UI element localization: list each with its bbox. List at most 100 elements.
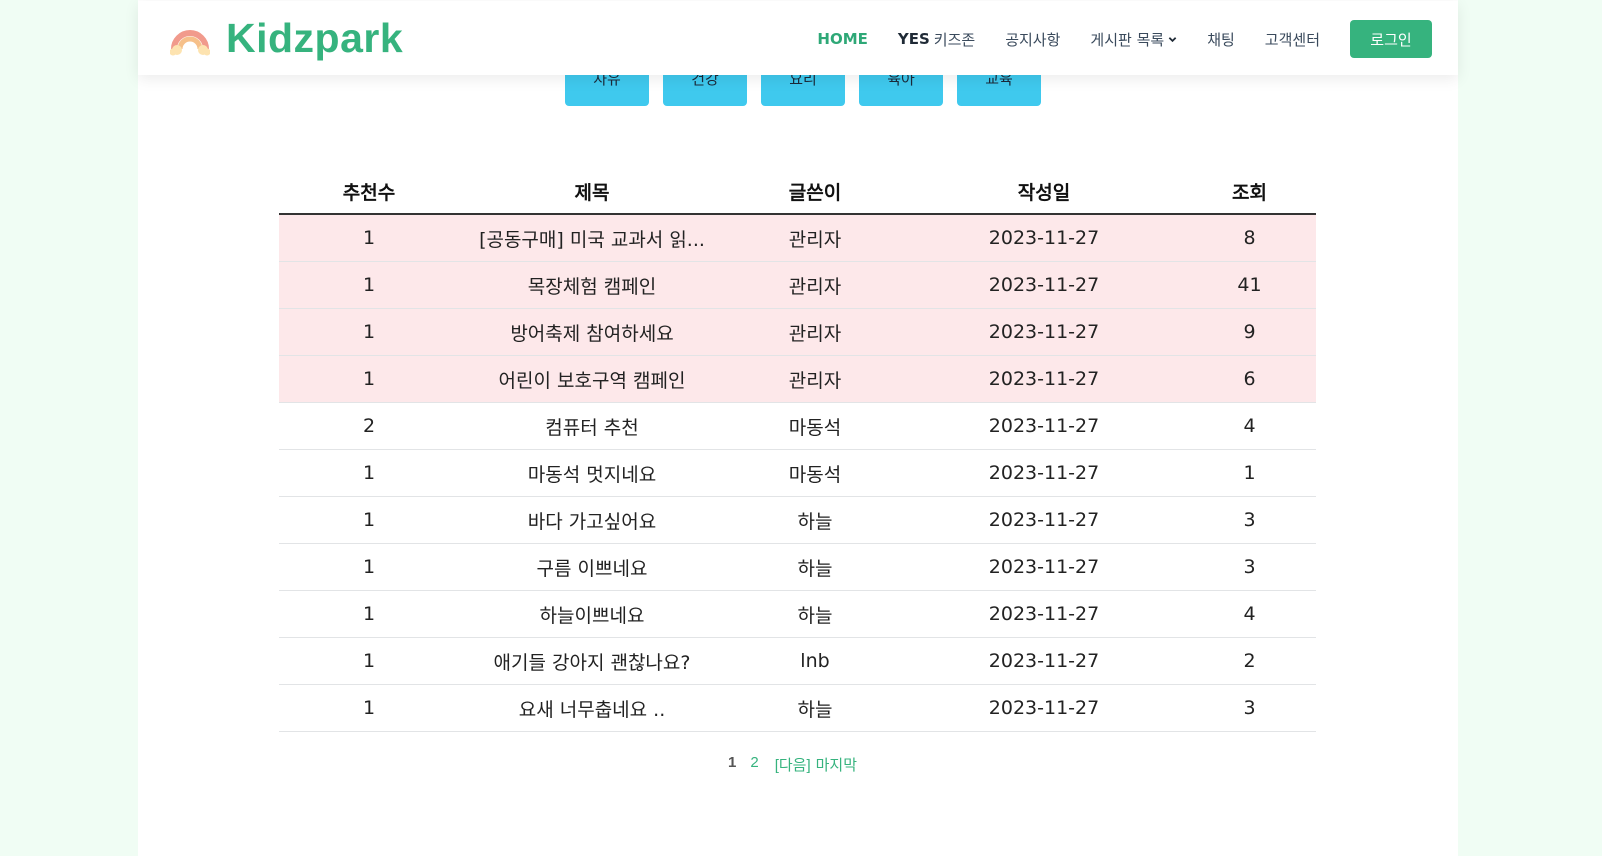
cell-views: 3 <box>1183 543 1316 591</box>
cell-title[interactable]: 구름 이쁘네요 <box>459 543 725 591</box>
table-row[interactable]: 1 [공동구매] 미국 교과서 읽... 관리자 2023-11-27 8 <box>279 214 1316 262</box>
header-title: 제목 <box>459 169 725 215</box>
cell-writer: 관리자 <box>725 261 905 309</box>
table-row[interactable]: 1 바다 가고싶어요 하늘 2023-11-27 3 <box>279 496 1316 544</box>
cell-writer: lnb <box>725 637 905 685</box>
chevron-down-icon <box>1168 36 1177 42</box>
cell-views: 8 <box>1183 214 1316 262</box>
post-title-link[interactable]: 하늘이쁘네요 <box>540 601 645 628</box>
post-title-link[interactable]: 방어축제 참여하세요 <box>510 319 673 346</box>
table-row[interactable]: 1 하늘이쁘네요 하늘 2023-11-27 4 <box>279 590 1316 638</box>
post-title-link[interactable]: 어린이 보호구역 캠페인 <box>499 366 686 393</box>
header-date: 작성일 <box>905 169 1183 215</box>
cell-recommend: 1 <box>279 684 459 732</box>
cell-writer: 관리자 <box>725 214 905 262</box>
login-button[interactable]: 로그인 <box>1350 20 1432 58</box>
table-row[interactable]: 1 요새 너무춥네요 .. 하늘 2023-11-27 3 <box>279 684 1316 732</box>
cell-date: 2023-11-27 <box>905 261 1183 309</box>
cell-views: 6 <box>1183 355 1316 403</box>
post-title-link[interactable]: 구름 이쁘네요 <box>537 554 648 581</box>
nav-home[interactable]: HOME <box>817 30 867 48</box>
cell-recommend: 1 <box>279 590 459 638</box>
header-writer: 글쓴이 <box>725 169 905 215</box>
cell-views: 9 <box>1183 308 1316 356</box>
table-row[interactable]: 1 구름 이쁘네요 하늘 2023-11-27 3 <box>279 543 1316 591</box>
post-title-link[interactable]: 요새 너무춥네요 .. <box>519 695 666 722</box>
cell-views: 1 <box>1183 449 1316 497</box>
cell-recommend: 1 <box>279 496 459 544</box>
cell-views: 4 <box>1183 402 1316 450</box>
cell-date: 2023-11-27 <box>905 308 1183 356</box>
cell-date: 2023-11-27 <box>905 637 1183 685</box>
site-logo[interactable]: Kidzpark <box>170 15 403 62</box>
board-body: 1 [공동구매] 미국 교과서 읽... 관리자 2023-11-27 8 1 목장체험 캠… <box>279 214 1316 732</box>
post-title-link[interactable]: 애기들 강아지 괜찮나요? <box>494 648 691 675</box>
table-row[interactable]: 1 방어축제 참여하세요 관리자 2023-11-27 9 <box>279 308 1316 356</box>
table-header-row: 추천수 제목 글쓴이 작성일 조회 <box>279 169 1316 215</box>
logo-text: Kidzpark <box>226 15 404 61</box>
cell-title[interactable]: 어린이 보호구역 캠페인 <box>459 355 725 403</box>
header-recommend: 추천수 <box>279 169 459 215</box>
cell-title[interactable]: [공동구매] 미국 교과서 읽... <box>459 214 725 262</box>
table-row[interactable]: 1 목장체험 캠페인 관리자 2023-11-27 41 <box>279 261 1316 309</box>
table-row[interactable]: 1 어린이 보호구역 캠페인 관리자 2023-11-27 6 <box>279 355 1316 403</box>
cell-writer: 하늘 <box>725 496 905 544</box>
table-row[interactable]: 1 마동석 멋지네요 마동석 2023-11-27 1 <box>279 449 1316 497</box>
cell-date: 2023-11-27 <box>905 214 1183 262</box>
nav-board-list[interactable]: 게시판 목록 <box>1090 29 1177 50</box>
cell-recommend: 2 <box>279 402 459 450</box>
cell-title[interactable]: 바다 가고싶어요 <box>459 496 725 544</box>
cell-title[interactable]: 애기들 강아지 괜찮나요? <box>459 637 725 685</box>
cell-views: 41 <box>1183 261 1316 309</box>
cell-date: 2023-11-27 <box>905 684 1183 732</box>
cell-recommend: 1 <box>279 449 459 497</box>
cell-writer: 관리자 <box>725 355 905 403</box>
cell-views: 3 <box>1183 684 1316 732</box>
cell-writer: 하늘 <box>725 684 905 732</box>
cell-recommend: 1 <box>279 214 459 262</box>
cell-writer: 하늘 <box>725 590 905 638</box>
nav-notice[interactable]: 공지사항 <box>1005 29 1060 50</box>
cell-title[interactable]: 방어축제 참여하세요 <box>459 308 725 356</box>
post-title-link[interactable]: 바다 가고싶어요 <box>528 507 656 534</box>
cell-recommend: 1 <box>279 308 459 356</box>
cell-writer: 마동석 <box>725 449 905 497</box>
cell-views: 3 <box>1183 496 1316 544</box>
header-views: 조회 <box>1183 169 1316 215</box>
cell-recommend: 1 <box>279 637 459 685</box>
board-table: 추천수 제목 글쓴이 작성일 조회 1 [공동구매] 미국 교과서 읽... 관리자… <box>279 169 1316 732</box>
cell-writer: 관리자 <box>725 308 905 356</box>
cell-date: 2023-11-27 <box>905 543 1183 591</box>
nav-customer-center[interactable]: 고객센터 <box>1265 29 1320 50</box>
cell-writer: 하늘 <box>725 543 905 591</box>
cell-recommend: 1 <box>279 355 459 403</box>
page-link-2[interactable]: 2 <box>750 754 758 775</box>
post-title-link[interactable]: [공동구매] 미국 교과서 읽... <box>479 225 705 252</box>
cell-date: 2023-11-27 <box>905 402 1183 450</box>
cell-date: 2023-11-27 <box>905 355 1183 403</box>
cell-date: 2023-11-27 <box>905 590 1183 638</box>
page-last-link[interactable]: 마지막 <box>816 754 857 775</box>
cell-recommend: 1 <box>279 261 459 309</box>
post-title-link[interactable]: 마동석 멋지네요 <box>528 460 656 487</box>
table-row[interactable]: 2 컴퓨터 추천 마동석 2023-11-27 4 <box>279 402 1316 450</box>
cell-title[interactable]: 목장체험 캠페인 <box>459 261 725 309</box>
nav-yes-kidszone[interactable]: YES 키즈존 <box>898 29 975 50</box>
cell-title[interactable]: 요새 너무춥네요 .. <box>459 684 725 732</box>
cell-title[interactable]: 하늘이쁘네요 <box>459 590 725 638</box>
page-next-link[interactable]: [다음] <box>775 754 811 775</box>
cell-date: 2023-11-27 <box>905 496 1183 544</box>
nav-chat[interactable]: 채팅 <box>1207 29 1235 50</box>
cell-date: 2023-11-27 <box>905 449 1183 497</box>
cell-title[interactable]: 마동석 멋지네요 <box>459 449 725 497</box>
site-header: Kidzpark HOME YES 키즈존 공지사항 게시판 목록 채팅 고객센… <box>138 1 1458 75</box>
cell-title[interactable]: 컴퓨터 추천 <box>459 402 725 450</box>
rainbow-logo-icon <box>170 29 210 55</box>
post-title-link[interactable]: 목장체험 캠페인 <box>528 272 656 299</box>
nav-kidszone-label: 키즈존 <box>933 30 976 49</box>
main-nav: HOME YES 키즈존 공지사항 게시판 목록 채팅 고객센터 로그인 <box>787 20 1432 58</box>
table-row[interactable]: 1 애기들 강아지 괜찮나요? lnb 2023-11-27 2 <box>279 637 1316 685</box>
page-current: 1 <box>728 754 737 771</box>
nav-board-list-label: 게시판 목록 <box>1090 30 1165 49</box>
post-title-link[interactable]: 컴퓨터 추천 <box>545 413 638 440</box>
